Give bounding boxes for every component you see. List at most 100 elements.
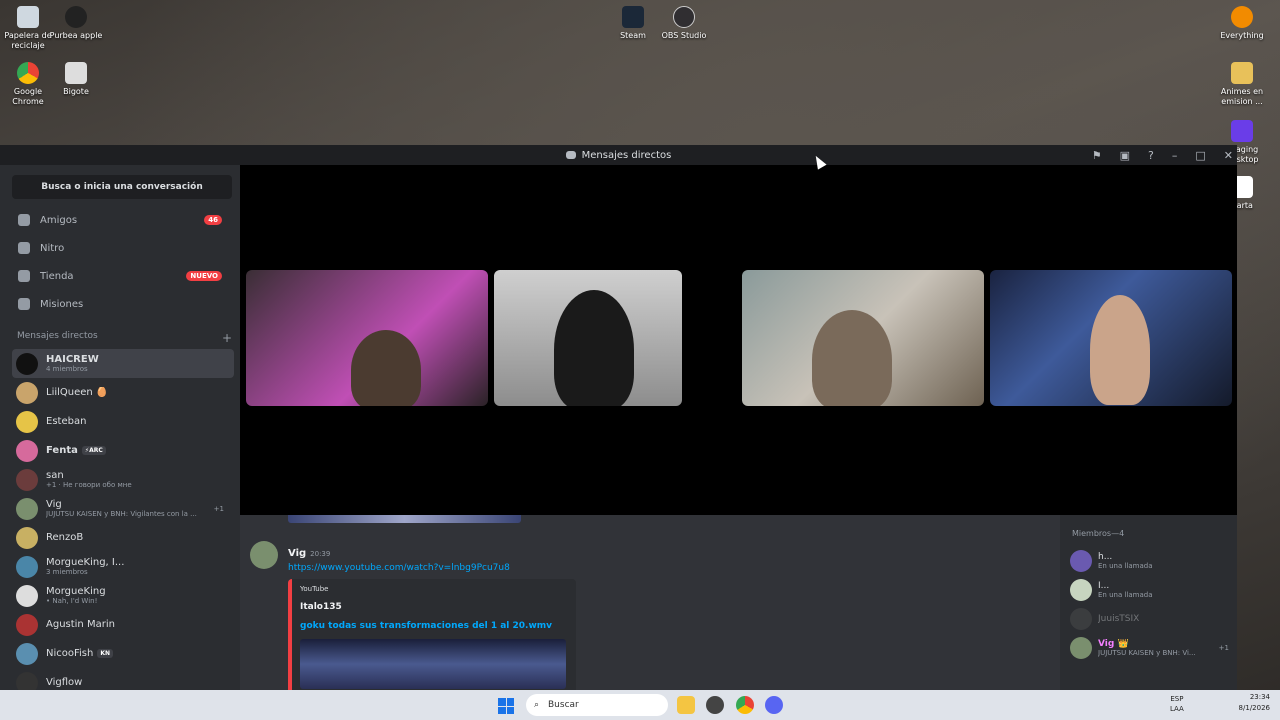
dm-header: Mensajes directos + (17, 331, 232, 345)
animes-folder-desktop-icon[interactable]: Animes en emision ... (1214, 62, 1270, 107)
video-tile[interactable] (246, 270, 488, 406)
obs-studio-desktop-icon[interactable]: OBS Studio (656, 6, 712, 41)
video-tile[interactable] (990, 270, 1232, 406)
add-dm-button[interactable]: + (222, 331, 232, 345)
avatar (16, 555, 38, 578)
flag-icon[interactable]: ⚑ (1092, 149, 1102, 162)
previous-embed-thumbnail (288, 515, 521, 523)
nav-store[interactable]: Tienda NUEVO (8, 263, 232, 289)
taskbar-search[interactable]: ⌕ Buscar (526, 694, 668, 716)
nav-nitro[interactable]: Nitro (8, 235, 232, 261)
avatar (16, 468, 38, 491)
start-button[interactable] (498, 698, 514, 714)
voice-call-area (240, 165, 1237, 515)
chrome-icon[interactable] (736, 696, 754, 714)
member-item[interactable]: Vig 👑 JUJUTSU KAISEN y BNH: Vi... +1 (1070, 633, 1237, 662)
bigote-icon (65, 62, 87, 84)
dm-item-fenta[interactable]: Fenta ⚡ARC (12, 436, 234, 465)
nav-quests[interactable]: Misiones (8, 291, 232, 317)
clan-tag: KN (97, 649, 114, 658)
embed-author[interactable]: Italo135 (300, 602, 568, 612)
avatar (16, 352, 38, 375)
imaging-icon (1231, 120, 1253, 142)
nitro-icon (18, 242, 30, 254)
avatar (1070, 578, 1092, 601)
chat-area: Vig 20:39 https://www.youtube.com/watch?v… (240, 515, 1060, 699)
avatar (16, 497, 38, 520)
dm-item-morgueking-group[interactable]: MorgueKing, I... 3 miembros (12, 552, 234, 581)
taskbar: ⌕ Buscar ESP LAA 23:34 8/1/2026 (0, 690, 1280, 720)
dm-item-esteban[interactable]: Esteban (12, 407, 234, 436)
folder-icon (1231, 62, 1253, 84)
member-item[interactable]: h... En una llamada (1070, 546, 1237, 575)
app-icon[interactable] (706, 696, 724, 714)
avatar (16, 642, 38, 665)
message: Vig 20:39 https://www.youtube.com/watch?v… (250, 541, 576, 699)
discord-window: Mensajes directos ⚑ ▣ ? – □ ✕ Busca o in… (0, 145, 1237, 699)
discord-icon (565, 151, 576, 159)
recycle-bin-icon (17, 6, 39, 28)
discord-icon[interactable] (765, 696, 783, 714)
dm-item-morgueking[interactable]: MorgueKing • Nah, I'd Win! (12, 581, 234, 610)
dm-item-liilqueen[interactable]: LiilQueen 🥚 (12, 378, 234, 407)
apple-icon (65, 6, 87, 28)
window-titlebar: Mensajes directos ⚑ ▣ ? – □ ✕ (0, 145, 1237, 165)
language-indicator[interactable]: ESP LAA (1170, 694, 1184, 714)
avatar (16, 613, 38, 636)
friends-icon (18, 214, 30, 226)
avatar (16, 671, 38, 690)
participant-video (351, 330, 421, 406)
steam-icon (622, 6, 644, 28)
embed-provider: YouTube (300, 585, 329, 593)
obs-icon (673, 6, 695, 28)
message-author[interactable]: Vig (288, 548, 306, 559)
avatar (16, 410, 38, 433)
close-icon[interactable]: ✕ (1224, 149, 1233, 162)
bigote-desktop-icon[interactable]: Bigote (48, 62, 104, 97)
avatar (1070, 607, 1092, 630)
everything-icon (1231, 6, 1253, 28)
dm-item-agustin-marin[interactable]: Agustin Marin (12, 610, 234, 639)
member-item[interactable]: I... En una llamada (1070, 575, 1237, 604)
dm-item-vig[interactable]: Vig JUJUTSU KAISEN y BNH: Vigilantes con… (12, 494, 234, 523)
members-header: Miembros—4 (1072, 529, 1125, 538)
new-badge: NUEVO (186, 271, 222, 281)
avatar (1070, 636, 1092, 659)
embed-title[interactable]: goku todas sus transformaciones del 1 al… (300, 621, 568, 631)
avatar (16, 439, 38, 462)
maximize-icon[interactable]: □ (1195, 149, 1205, 162)
main-area: Vig 20:39 https://www.youtube.com/watch?v… (240, 165, 1237, 699)
video-tile[interactable] (742, 270, 984, 406)
avatar (16, 526, 38, 549)
clock[interactable]: 23:34 8/1/2026 (1239, 692, 1270, 714)
chrome-icon (17, 62, 39, 84)
steam-desktop-icon[interactable]: Steam (605, 6, 661, 41)
minimize-icon[interactable]: – (1172, 149, 1178, 162)
search-icon: ⌕ (534, 700, 540, 710)
avatar (16, 381, 38, 404)
friends-badge: 46 (204, 215, 222, 225)
dm-item-vigflow[interactable]: Vigflow (12, 668, 234, 690)
dm-item-san[interactable]: san +1 · Не говори обо мне (12, 465, 234, 494)
participant-video (1090, 295, 1150, 405)
everything-desktop-icon[interactable]: Everything (1214, 6, 1270, 41)
help-icon[interactable]: ? (1148, 149, 1154, 162)
avatar[interactable] (250, 541, 278, 569)
dm-sidebar: Busca o inicia una conversación Amigos 4… (0, 165, 240, 690)
nav-friends[interactable]: Amigos 46 (8, 207, 232, 233)
inbox-icon[interactable]: ▣ (1120, 149, 1130, 162)
dm-item-haicrew[interactable]: HAICREW 4 miembros (12, 349, 234, 378)
embed-video-thumbnail[interactable] (300, 639, 566, 689)
member-item[interactable]: JuuisTSIX (1070, 604, 1237, 633)
participant-video (812, 310, 892, 406)
dm-item-renzob[interactable]: RenzoB (12, 523, 234, 552)
purbea-apple-desktop-icon[interactable]: Purbea apple (48, 6, 104, 41)
video-tile[interactable] (494, 270, 682, 406)
dm-item-nicoofish[interactable]: NicooFish KN (12, 639, 234, 668)
store-icon (18, 270, 30, 282)
search-conversation-button[interactable]: Busca o inicia una conversación (12, 175, 232, 199)
quests-icon (18, 298, 30, 310)
file-explorer-icon[interactable] (677, 696, 695, 714)
message-link[interactable]: https://www.youtube.com/watch?v=lnbg9Pcu… (288, 563, 576, 573)
window-title: Mensajes directos (581, 149, 672, 161)
